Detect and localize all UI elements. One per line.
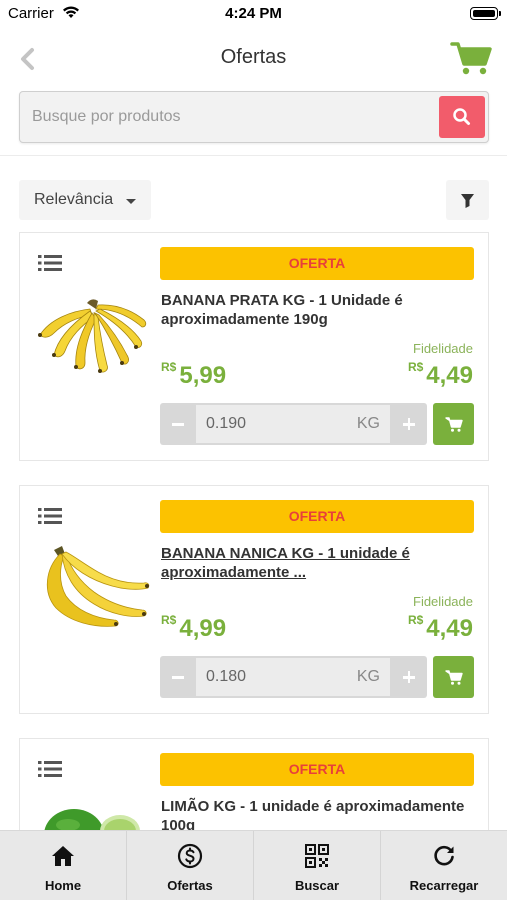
tab-ofertas[interactable]: Ofertas	[127, 831, 254, 900]
refresh-icon	[434, 845, 454, 866]
divider	[0, 155, 507, 156]
dollar-icon	[177, 843, 203, 869]
tab-home[interactable]: Home	[0, 831, 127, 900]
tab-buscar[interactable]: Buscar	[254, 831, 381, 900]
qr-code-icon	[305, 844, 329, 868]
caret-down-icon	[126, 199, 136, 204]
regular-price: R$ 4,99	[161, 613, 226, 643]
loyalty-label: Fidelidade	[413, 341, 473, 356]
product-card: OFERTA BANANA PRATA KG - 1 Unidade é apr…	[19, 232, 489, 461]
offer-badge: OFERTA	[160, 247, 474, 280]
quantity-value: 0.190	[206, 415, 247, 432]
sort-label: Relevância	[34, 191, 114, 208]
banana-prata-image[interactable]	[32, 289, 150, 387]
loyalty-label: Fidelidade	[413, 594, 473, 609]
currency-symbol: R$	[161, 360, 177, 374]
cart-icon	[445, 670, 463, 685]
nav-header: Ofertas	[0, 28, 507, 88]
quantity-value: 0.180	[206, 668, 247, 685]
tab-recarregar[interactable]: Recarregar	[381, 831, 507, 900]
search-bar	[19, 91, 489, 143]
price-value: 4,49	[426, 362, 473, 389]
clock: 4:24 PM	[225, 5, 282, 22]
search-button[interactable]	[439, 96, 485, 138]
search-input[interactable]	[32, 104, 422, 130]
tab-label: Buscar	[294, 878, 340, 893]
product-card: OFERTA BANANA NANICA KG - 1 unidade é ap…	[19, 485, 489, 714]
sort-dropdown[interactable]: Relevância	[19, 180, 151, 220]
search-icon	[453, 108, 470, 125]
cart-icon[interactable]	[450, 40, 492, 76]
list-icon[interactable]	[38, 506, 62, 526]
loyalty-price: R$ 4,49	[408, 613, 473, 643]
price-value: 5,99	[179, 362, 227, 389]
bottom-tab-bar: Home Ofertas Buscar Recarregar	[0, 830, 507, 900]
cart-icon	[445, 417, 463, 432]
regular-price: R$ 5,99	[161, 360, 226, 390]
app-screen: Carrier 4:24 PM Ofertas Busque por produ…	[0, 0, 507, 900]
offer-badge: OFERTA	[160, 500, 474, 533]
home-icon	[52, 846, 74, 866]
decrease-button[interactable]	[160, 403, 196, 445]
price-value: 4,99	[179, 615, 227, 642]
increase-button[interactable]	[391, 403, 427, 445]
filter-button[interactable]	[446, 180, 489, 220]
loyalty-price: R$ 4,49	[408, 360, 473, 390]
currency-symbol: R$	[407, 360, 424, 374]
page-title: Ofertas	[220, 46, 287, 68]
quantity-stepper: 0.180 KG	[160, 656, 427, 698]
status-bar: Carrier 4:24 PM	[0, 0, 507, 28]
list-icon[interactable]	[38, 253, 62, 273]
tab-label: Ofertas	[167, 878, 213, 893]
product-name[interactable]: BANANA NANICA KG - 1 unidade é aproximad…	[161, 544, 481, 582]
product-name[interactable]: BANANA PRATA KG - 1 Unidade é aproximada…	[161, 291, 481, 329]
banana-nanica-image[interactable]	[32, 542, 150, 640]
list-icon[interactable]	[38, 759, 62, 779]
add-to-cart-button[interactable]	[433, 403, 474, 445]
add-to-cart-button[interactable]	[433, 656, 474, 698]
decrease-button[interactable]	[160, 656, 196, 698]
quantity-stepper: 0.190 KG	[160, 403, 427, 445]
currency-symbol: R$	[407, 613, 424, 627]
offer-badge: OFERTA	[160, 753, 474, 786]
price-value: 4,49	[426, 615, 473, 642]
tab-label: Home	[44, 878, 82, 893]
quantity-field[interactable]: 0.180 KG	[196, 658, 390, 696]
quantity-field[interactable]: 0.190 KG	[196, 405, 390, 443]
quantity-unit: KG	[356, 415, 380, 432]
filter-icon	[461, 194, 474, 208]
tab-label: Recarregar	[409, 878, 479, 893]
quantity-unit: KG	[356, 668, 380, 685]
battery-icon	[470, 7, 501, 20]
increase-button[interactable]	[391, 656, 427, 698]
currency-symbol: R$	[161, 613, 177, 627]
